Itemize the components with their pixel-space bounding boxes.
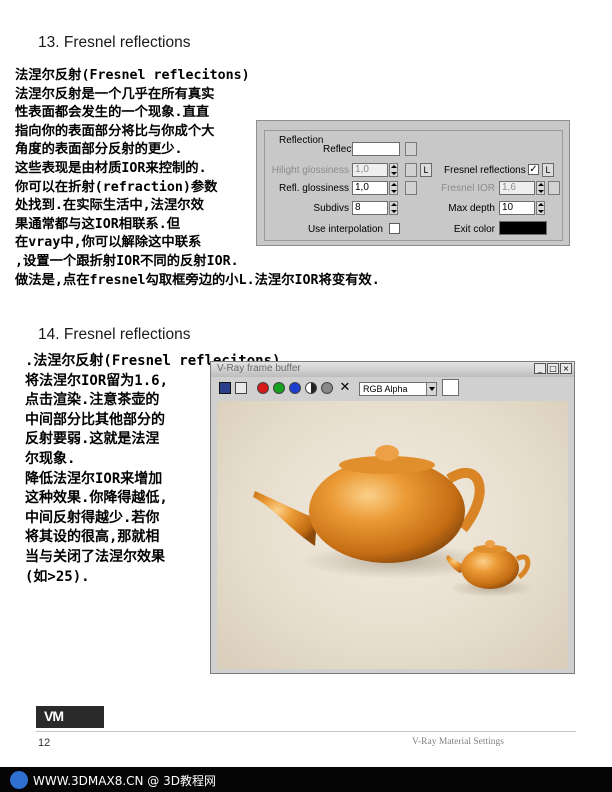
- frame-buffer-title: V-Ray frame buffer: [217, 363, 301, 374]
- fresnel-lock-button[interactable]: L: [542, 163, 554, 177]
- subdivs-input[interactable]: 8: [352, 201, 388, 215]
- subdivs-spinner[interactable]: [389, 201, 398, 215]
- brand-logo-text: VM: [44, 708, 64, 724]
- footer-divider: [36, 731, 576, 732]
- section-13-heading: 13. Fresnel reflections: [38, 34, 191, 51]
- max-depth-spinner[interactable]: [536, 201, 545, 215]
- red-channel-icon[interactable]: [257, 382, 269, 394]
- refl-glossiness-spinner[interactable]: [389, 181, 398, 195]
- refl-glossiness-map-button[interactable]: [405, 181, 417, 195]
- reflect-color-swatch[interactable]: [352, 142, 400, 156]
- reflect-map-button[interactable]: [405, 142, 417, 156]
- save-icon[interactable]: [219, 382, 231, 394]
- green-channel-icon[interactable]: [273, 382, 285, 394]
- hilight-glossiness-input[interactable]: 1,0: [352, 163, 388, 177]
- hilight-glossiness-label: Hilight glossiness: [271, 165, 349, 176]
- max-depth-label: Max depth: [448, 203, 495, 214]
- refl-glossiness-input[interactable]: 1,0: [352, 181, 388, 195]
- reflection-group: Reflection Reflect Hilight glossiness 1,…: [264, 130, 563, 241]
- copy-icon[interactable]: [235, 382, 247, 394]
- footer-title: V-Ray Material Settings: [412, 737, 504, 747]
- frame-buffer-window: V-Ray frame buffer _ □ × ✕ RGB Alpha: [210, 361, 575, 674]
- exit-color-label: Exit color: [453, 224, 495, 235]
- mono-channel-icon[interactable]: [321, 382, 333, 394]
- teapot-render-image: [253, 445, 534, 597]
- minimize-button[interactable]: _: [534, 363, 546, 374]
- close-button[interactable]: ×: [560, 363, 572, 374]
- alpha-channel-icon[interactable]: [305, 382, 317, 394]
- page-number: 12: [38, 737, 51, 749]
- fresnel-ior-spinner[interactable]: [536, 181, 545, 195]
- reflection-panel: Reflection Reflect Hilight glossiness 1,…: [256, 120, 570, 246]
- use-interpolation-label: Use interpolation: [307, 224, 383, 235]
- watermark-text: WWW.3DMAX8.CN @ 3D教程网: [33, 774, 217, 788]
- frame-buffer-titlebar[interactable]: V-Ray frame buffer _ □ ×: [211, 362, 574, 377]
- fresnel-ior-input[interactable]: 1,6: [499, 181, 535, 195]
- fresnel-reflections-checkbox[interactable]: ✓: [528, 164, 539, 175]
- watermark-bar: WWW.3DMAX8.CN @ 3D教程网: [0, 767, 612, 792]
- maximize-button[interactable]: □: [547, 363, 559, 374]
- subdivs-label: Subdivs: [313, 203, 349, 214]
- hilight-glossiness-spinner[interactable]: [389, 163, 398, 177]
- frame-buffer-toolbar: ✕ RGB Alpha: [215, 378, 570, 398]
- fresnel-ior-map-button[interactable]: [548, 181, 560, 195]
- fresnel-reflections-label: Fresnel reflections: [444, 165, 526, 176]
- refl-glossiness-label: Refl. glossiness: [278, 183, 349, 194]
- hilight-lock-button[interactable]: L: [420, 163, 432, 177]
- hilight-glossiness-map-button[interactable]: [405, 163, 417, 177]
- clear-icon[interactable]: ✕: [339, 381, 351, 394]
- section-14-heading: 14. Fresnel reflections: [38, 326, 191, 343]
- channel-select-value: RGB Alpha: [363, 384, 408, 394]
- background-color-swatch[interactable]: [442, 379, 459, 396]
- use-interpolation-checkbox[interactable]: [389, 223, 400, 234]
- render-view: [217, 401, 568, 669]
- site-logo-icon: [10, 771, 28, 789]
- channel-select[interactable]: RGB Alpha: [359, 382, 437, 396]
- max-depth-input[interactable]: 10: [499, 201, 535, 215]
- fresnel-ior-label: Fresnel IOR: [441, 183, 495, 194]
- reflect-label: Reflect: [323, 144, 355, 155]
- chevron-down-icon: [426, 383, 436, 395]
- brand-logo: VM: [36, 706, 104, 728]
- exit-color-swatch[interactable]: [499, 221, 547, 235]
- blue-channel-icon[interactable]: [289, 382, 301, 394]
- reflection-group-label: Reflection: [277, 135, 326, 146]
